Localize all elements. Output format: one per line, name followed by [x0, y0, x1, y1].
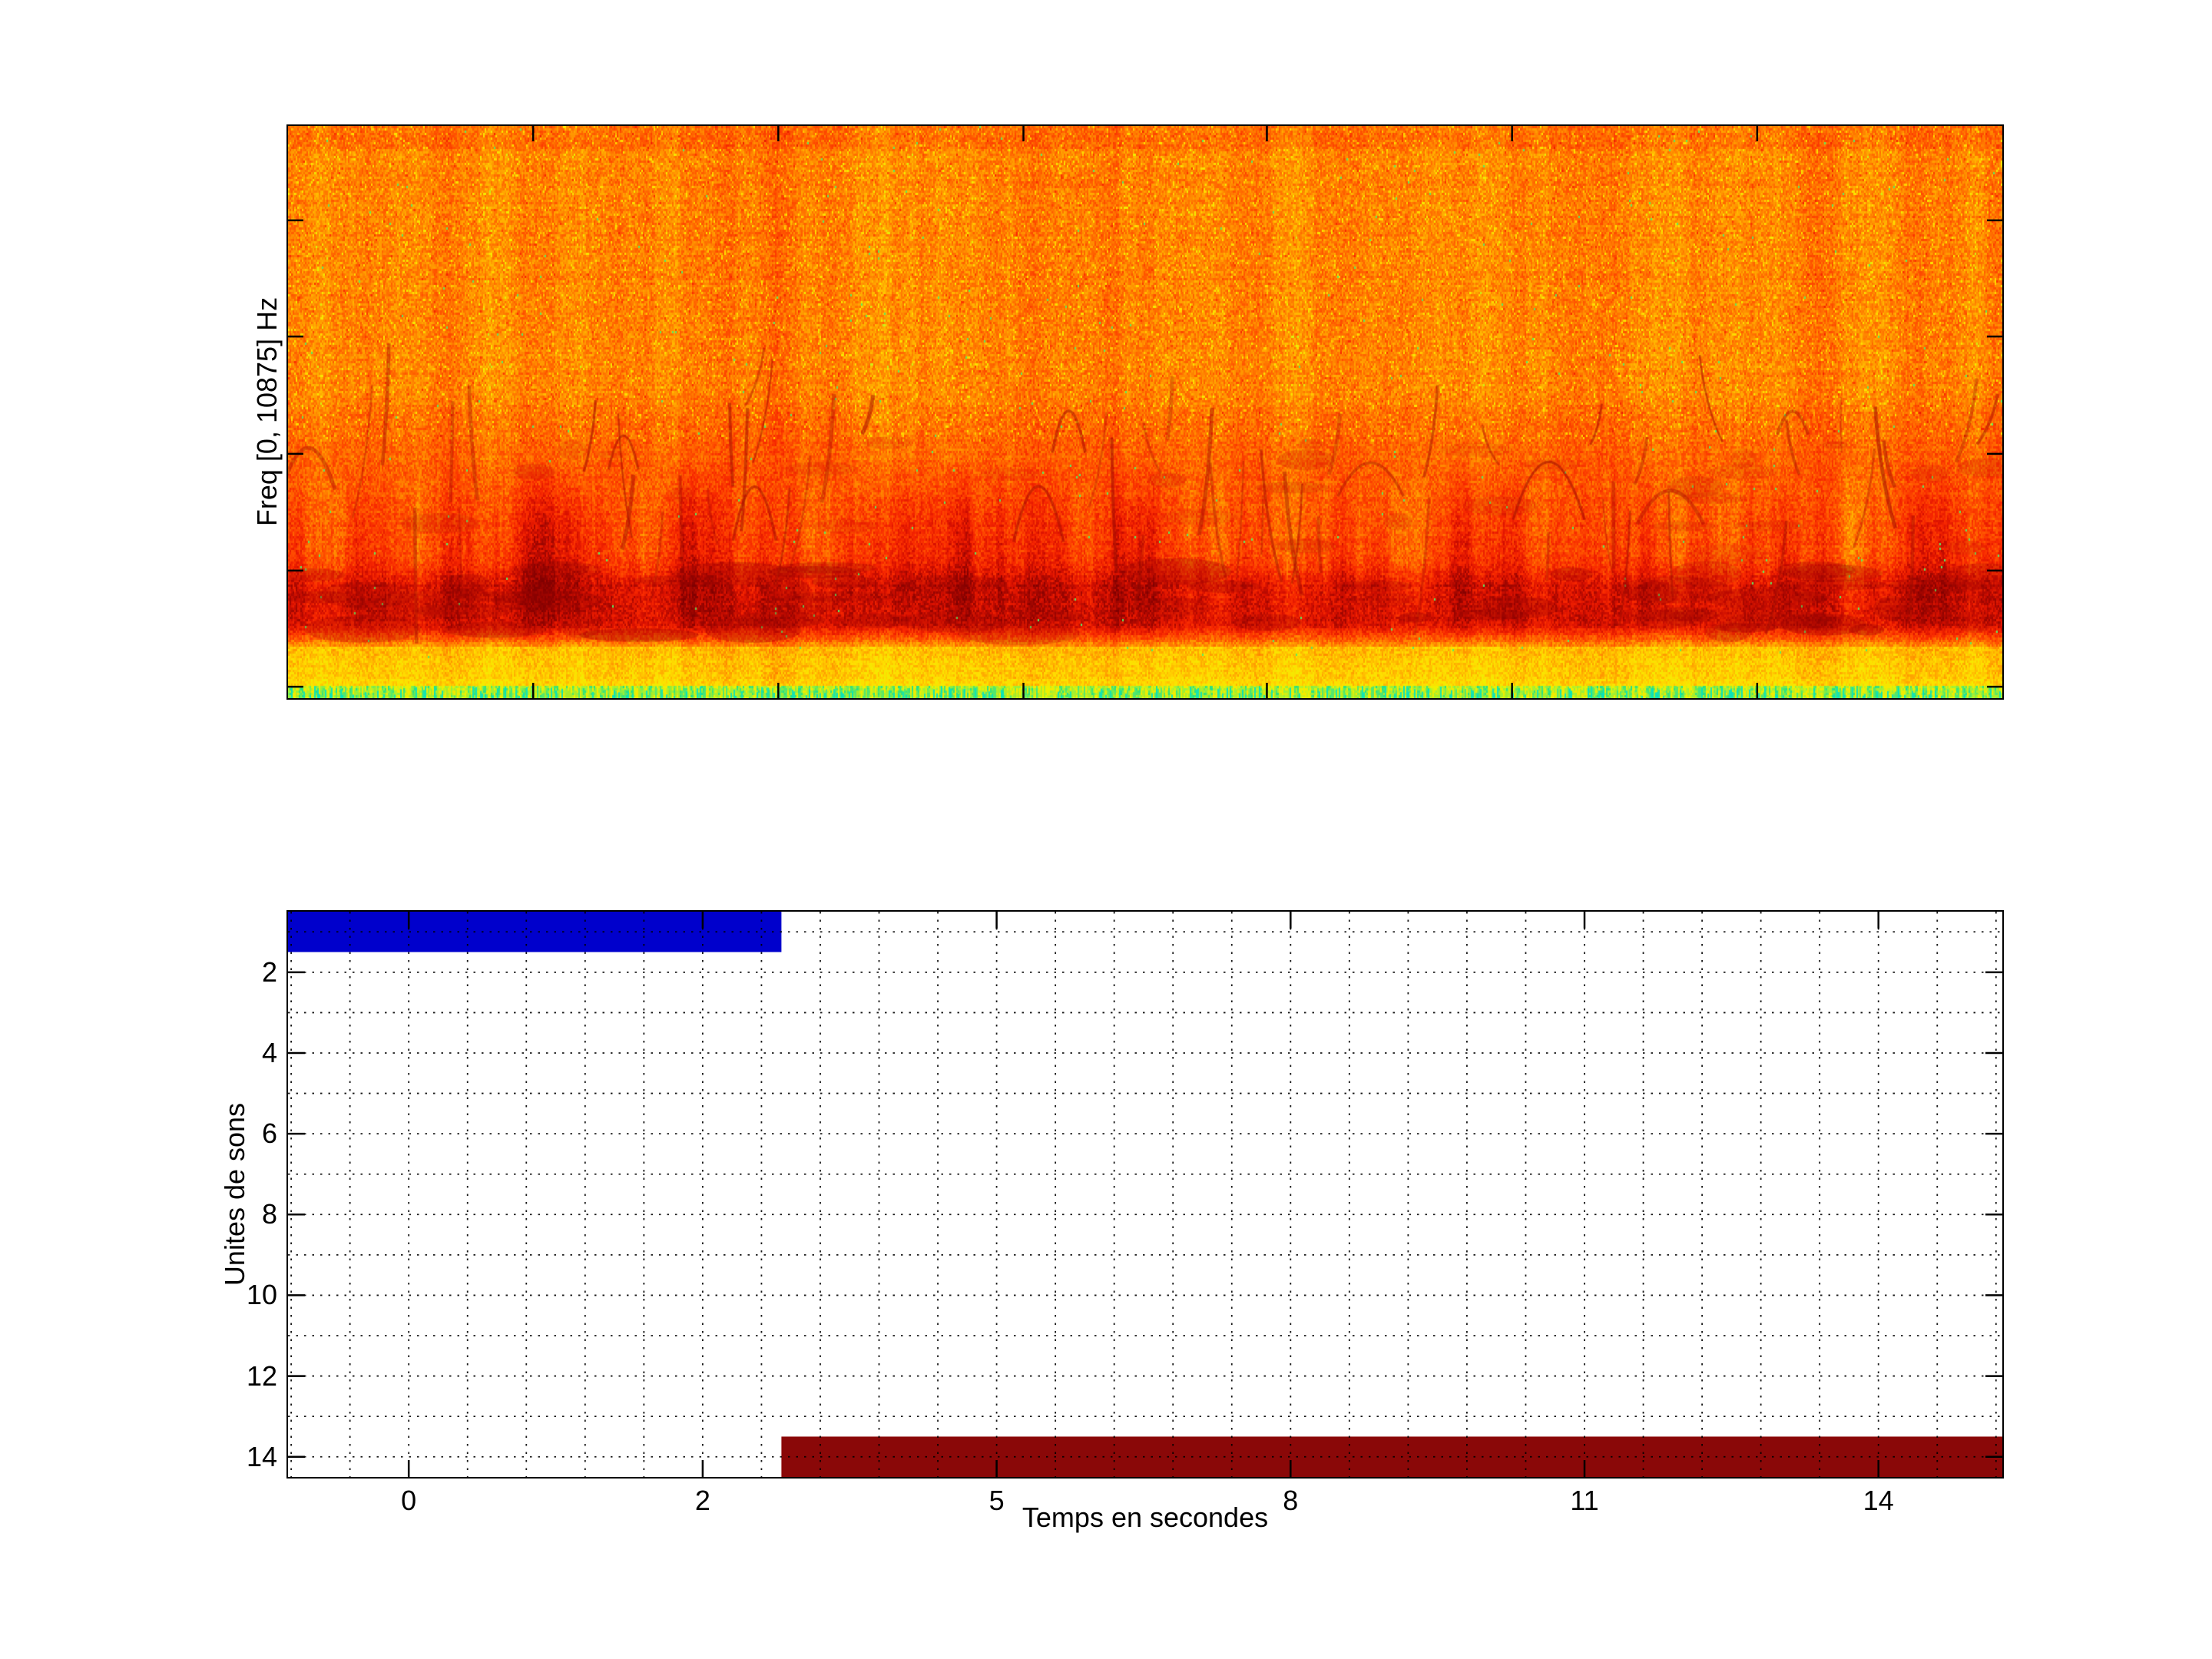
x-tick-label: 11 [1570, 1485, 1599, 1516]
x-tick-label: 2 [694, 1485, 710, 1516]
matlab-figure: Freq [0, 10875] Hz Unites de sons Temps … [0, 0, 2212, 1659]
spectrogram-ylabel: Freq [0, 10875] Hz [251, 296, 283, 527]
activity-plot [286, 910, 2004, 1479]
x-tick-label: 5 [988, 1485, 1005, 1516]
activity-chart [288, 912, 2002, 1477]
y-tick-label: 4 [261, 1037, 277, 1068]
x-tick-label: 14 [1863, 1485, 1894, 1516]
x-tick-label: 8 [1283, 1485, 1299, 1516]
sound-unit-bar-14 [781, 1436, 2002, 1477]
activity-xlabel: Temps en secondes [1022, 1502, 1269, 1533]
x-tick-label: 0 [401, 1485, 417, 1516]
y-tick-label: 10 [246, 1279, 277, 1311]
y-tick-label: 12 [246, 1359, 277, 1392]
spectrogram-plot [286, 124, 2004, 700]
y-tick-label: 6 [261, 1118, 277, 1150]
spectrogram-ticks [288, 126, 2002, 698]
y-tick-label: 2 [261, 955, 277, 988]
y-tick-label: 8 [261, 1198, 277, 1230]
y-tick-label: 14 [246, 1440, 277, 1472]
